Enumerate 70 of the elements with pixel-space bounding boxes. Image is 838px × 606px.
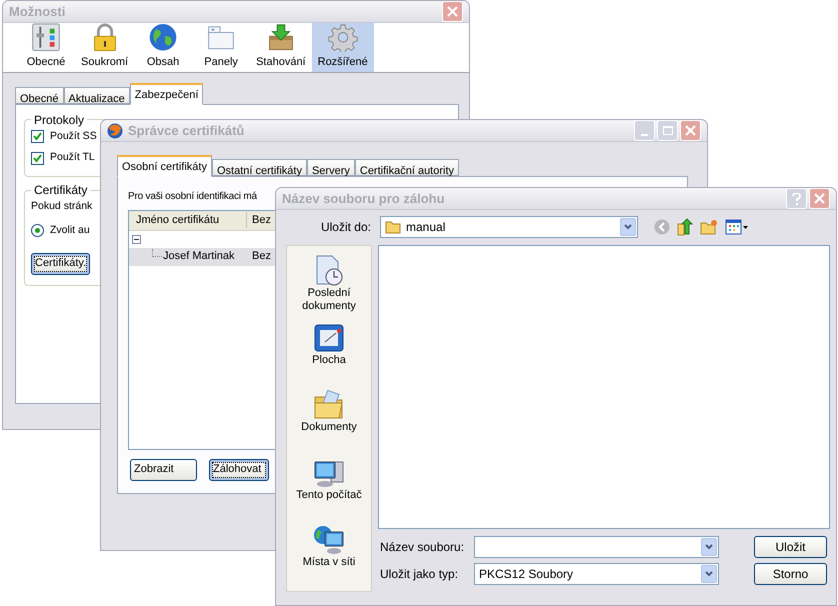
view-button[interactable]: Zobrazit (130, 458, 197, 480)
collapse-icon[interactable] (132, 234, 141, 244)
save-in-dropdown[interactable]: manual (380, 216, 638, 238)
tab[interactable]: Osobní certifikáty (117, 155, 212, 176)
dropdown-button[interactable] (701, 538, 717, 556)
place-shortcut[interactable]: Místa v síti (287, 524, 371, 591)
field-value: manual (406, 219, 446, 236)
dropdown-button[interactable] (620, 218, 636, 236)
certificate-name: Josef Martinak (163, 249, 235, 264)
folder-up-icon[interactable] (677, 218, 693, 236)
radio-button[interactable] (31, 224, 44, 238)
help-icon (792, 192, 801, 204)
column-header[interactable]: Bez (247, 212, 271, 228)
table-cell-text: Bez (251, 249, 271, 264)
group-text: Pokud stránk (31, 199, 92, 214)
window-title: Správce certifikátů (128, 122, 244, 140)
folder-icon (385, 220, 401, 234)
field-label: Uložit jako typ: (379, 566, 460, 583)
group-title: Protokoly (33, 112, 86, 128)
dropdown-button[interactable] (701, 565, 717, 583)
tab[interactable]: Servery (306, 158, 355, 176)
tab[interactable]: Certifikační autority (354, 158, 460, 176)
chevron-down-icon (624, 224, 632, 230)
checkbox-label: Použít TL (50, 150, 95, 166)
checkbox-label: Použít SS (50, 128, 97, 144)
desktop-icon (313, 322, 345, 354)
radio-label: Zvolit au (50, 222, 90, 238)
chevron-down-icon (705, 571, 713, 577)
close-icon (447, 6, 458, 17)
window-title: Název souboru pro zálohu (282, 190, 445, 208)
place-shortcut[interactable]: Plocha (287, 322, 371, 390)
network-computer-icon (313, 524, 345, 556)
tab[interactable]: Zabezpečení (130, 83, 204, 104)
close-icon (814, 193, 825, 204)
folder-documents-icon (313, 389, 345, 422)
globe-icon (148, 23, 178, 52)
field-label: Uložit do: (320, 219, 371, 236)
place-shortcut[interactable]: Poslední dokumenty (287, 255, 371, 322)
tab[interactable]: Obecné (15, 86, 64, 104)
toolbar-button[interactable]: Obsah (134, 23, 192, 72)
checkbox[interactable] (31, 130, 44, 143)
column-header[interactable]: Jméno certifikátu (129, 212, 247, 228)
place-shortcut[interactable]: Tento počítač (287, 456, 371, 524)
toolbar-button[interactable]: Stahování (250, 23, 312, 72)
chevron-down-icon (705, 544, 713, 550)
view-menu-icon[interactable] (725, 219, 749, 235)
new-folder-icon[interactable] (700, 219, 718, 235)
window-title: Možnosti (9, 2, 66, 21)
intro-text: Pro vaši osobní identifikaci má (128, 190, 257, 204)
file-name-field[interactable] (474, 536, 719, 558)
close-icon (685, 125, 696, 136)
globe-fox-icon (107, 122, 123, 138)
checkbox[interactable] (31, 152, 44, 165)
certificates-button[interactable]: Certifikáty. (31, 252, 90, 274)
field-value: PKCS12 Soubory (479, 566, 574, 583)
tab[interactable]: Ostatní certifikáty (212, 158, 307, 176)
toolbar-button[interactable]: Soukromí (75, 23, 134, 72)
toolbar-button[interactable]: Rozšířené (312, 23, 374, 72)
tree-connector (152, 248, 162, 256)
file-type-dropdown[interactable]: PKCS12 Soubory (474, 563, 719, 585)
toolbar-button[interactable]: Panely (192, 23, 250, 72)
group-title: Certifikáty (33, 182, 88, 199)
save-button[interactable]: Uložit (754, 536, 827, 558)
field-label: Název souboru: (379, 539, 466, 556)
toolbar-button[interactable]: Obecné (17, 23, 75, 72)
place-shortcut[interactable]: Dokumenty (287, 389, 371, 457)
sliders-icon (31, 23, 61, 52)
tab[interactable]: Aktualizace (64, 86, 130, 104)
cancel-button[interactable]: Storno (754, 563, 827, 585)
backup-button[interactable]: Zálohovat (209, 458, 269, 480)
